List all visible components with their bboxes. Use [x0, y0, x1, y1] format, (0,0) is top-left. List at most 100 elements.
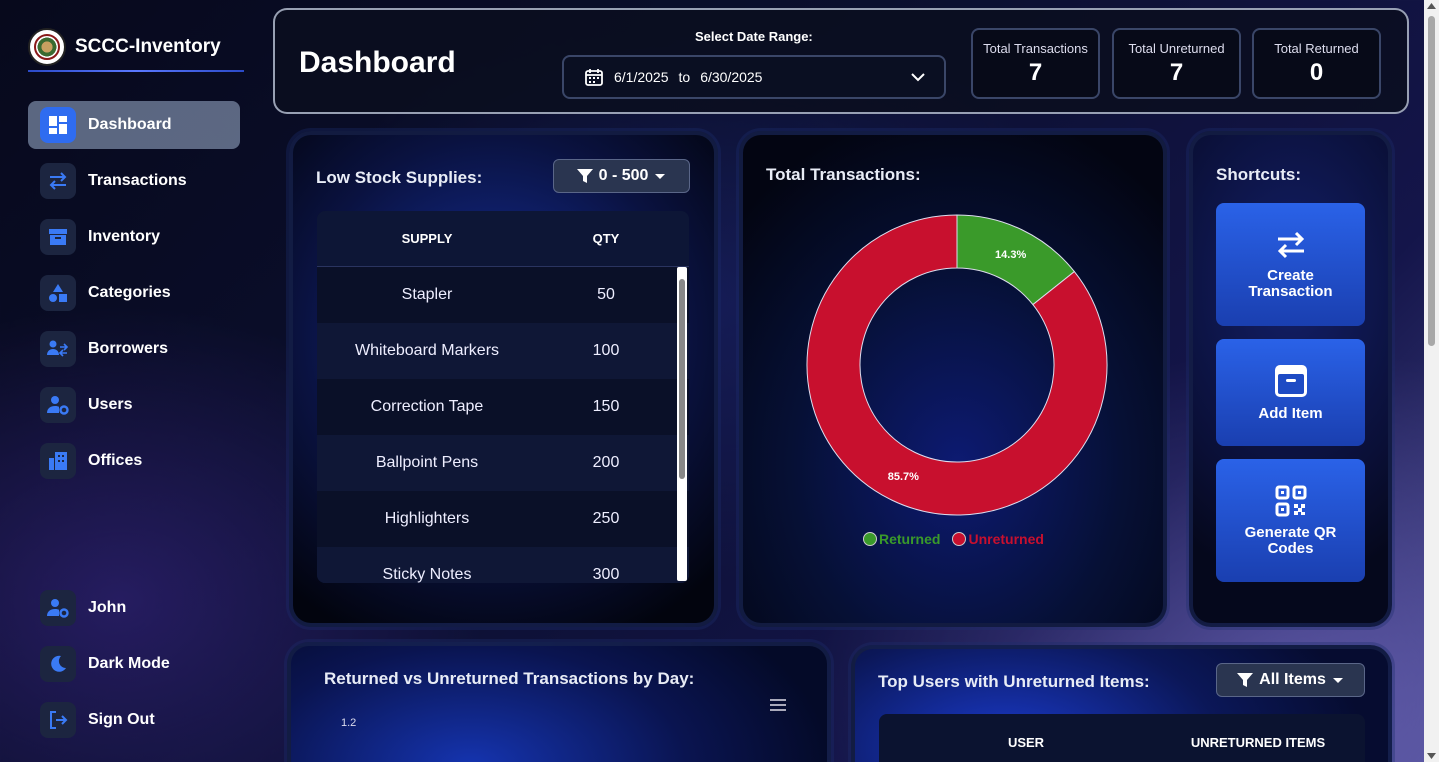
- column-header-unreturned-items: UNRETURNED ITEMS: [1190, 734, 1326, 750]
- sidebar-item-label: John: [88, 599, 127, 616]
- generate-qr-codes-button[interactable]: Generate QR Codes: [1216, 459, 1365, 582]
- date-end: 6/30/2025: [700, 69, 763, 85]
- legend-item-returned[interactable]: Returned: [863, 531, 940, 547]
- date-range-label: Select Date Range:: [695, 29, 813, 44]
- stat-total-unreturned: Total Unreturned 7: [1112, 28, 1241, 99]
- user-profile-john[interactable]: John: [28, 584, 240, 632]
- table-row: Ballpoint Pens 200: [317, 435, 689, 491]
- app-name: SCCC-Inventory: [75, 36, 221, 57]
- archive-box-icon: [40, 219, 76, 255]
- scroll-thumb[interactable]: [1428, 16, 1435, 346]
- divider: [28, 70, 244, 72]
- stock-filter-button[interactable]: 0 - 500: [553, 159, 690, 193]
- legend-swatch: [952, 532, 967, 546]
- user-gear-icon: [40, 590, 76, 626]
- add-item-button[interactable]: Add Item: [1216, 339, 1365, 446]
- sidebar-item-dashboard[interactable]: Dashboard: [28, 101, 240, 149]
- y-axis-tick: 1.2: [341, 717, 357, 729]
- sidebar-item-label: Users: [88, 396, 133, 413]
- filter-icon: [576, 169, 593, 183]
- cell-supply: Whiteboard Markers: [354, 342, 500, 359]
- top-users-panel: Top Users with Unreturned Items: All Ite…: [851, 645, 1392, 762]
- qr-code-icon: [1275, 485, 1306, 516]
- sidebar-item-label: Categories: [88, 284, 171, 301]
- chart-menu-icon[interactable]: [769, 698, 787, 712]
- sidebar-item-offices[interactable]: Offices: [28, 437, 240, 485]
- total-transactions-panel: Total Transactions: 14.3% 85.7% Returned …: [739, 131, 1167, 627]
- sidebar-item-label: Offices: [88, 452, 143, 469]
- shortcut-label: Generate QR Codes: [1244, 523, 1337, 557]
- building-icon: [40, 443, 76, 479]
- panel-title: Total Transactions:: [766, 165, 921, 184]
- users-filter-button[interactable]: All Items: [1216, 663, 1365, 697]
- caret-down-icon: [655, 174, 666, 179]
- cell-qty: 300: [592, 566, 620, 583]
- low-stock-panel: Low Stock Supplies: 0 - 500 SUPPLY QTY S…: [289, 131, 718, 627]
- sidebar-item-label: Dark Mode: [88, 655, 170, 672]
- stat-value: 7: [1169, 59, 1184, 86]
- legend-label: Returned: [879, 531, 941, 547]
- sidebar-item-transactions[interactable]: Transactions: [28, 157, 240, 205]
- filter-icon: [1237, 673, 1254, 687]
- filter-label: All Items: [1259, 671, 1326, 688]
- shortcut-label: Add Item: [1258, 404, 1323, 422]
- sidebar-item-borrowers[interactable]: Borrowers: [28, 325, 240, 373]
- scroll-down-arrow-icon[interactable]: [1427, 753, 1436, 759]
- create-transaction-button[interactable]: Create Transaction: [1216, 203, 1365, 326]
- cell-supply: Highlighters: [384, 510, 470, 527]
- stat-total-returned: Total Returned 0: [1252, 28, 1381, 99]
- stat-value: 0: [1309, 59, 1324, 86]
- page-scrollbar[interactable]: [1424, 0, 1439, 762]
- sidebar-item-categories[interactable]: Categories: [28, 269, 240, 317]
- moon-icon: [40, 646, 76, 682]
- dashboard-icon: [40, 107, 76, 143]
- date-separator: to: [678, 69, 691, 85]
- column-header-qty: QTY: [592, 231, 620, 246]
- calendar-icon: [585, 69, 603, 86]
- date-range-picker[interactable]: 6/1/2025 to 6/30/2025: [562, 55, 946, 99]
- scroll-thumb[interactable]: [679, 279, 685, 479]
- column-header-user: USER: [1007, 734, 1045, 750]
- table-scrollbar[interactable]: [677, 267, 687, 581]
- brand[interactable]: SCCC-Inventory: [28, 28, 221, 66]
- sign-out-button[interactable]: Sign Out: [28, 696, 240, 744]
- cell-qty: 250: [592, 510, 620, 527]
- legend-label: Unreturned: [968, 531, 1044, 547]
- caret-down-icon: [1332, 678, 1343, 683]
- shapes-icon: [40, 275, 76, 311]
- transfer-arrows-icon: [1277, 231, 1304, 258]
- sidebar-item-label: Dashboard: [88, 116, 172, 133]
- cell-supply: Correction Tape: [370, 398, 484, 415]
- transfer-arrows-icon: [40, 163, 76, 199]
- panel-title: Returned vs Unreturned Transactions by D…: [324, 669, 695, 688]
- page-title: Dashboard: [299, 46, 456, 79]
- header-bar: Dashboard Select Date Range: 6/1/2025 to…: [273, 8, 1409, 114]
- table-row: Correction Tape 150: [317, 379, 689, 435]
- legend-item-unreturned[interactable]: Unreturned: [952, 531, 1044, 547]
- cell-supply: Sticky Notes: [382, 566, 472, 583]
- donut-slice-label: 14.3%: [995, 249, 1026, 261]
- sidebar-item-inventory[interactable]: Inventory: [28, 213, 240, 261]
- sidebar: SCCC-Inventory Dashboard Transactions In…: [0, 0, 262, 762]
- table-header: USER UNRETURNED ITEMS: [879, 714, 1365, 762]
- chart-legend: Returned Unreturned: [863, 531, 1044, 547]
- sidebar-item-users[interactable]: Users: [28, 381, 240, 429]
- low-stock-table: SUPPLY QTY Stapler 50 Whiteboard Markers 1…: [317, 211, 689, 583]
- dark-mode-toggle[interactable]: Dark Mode: [28, 640, 240, 688]
- users-exchange-icon: [40, 331, 76, 367]
- stat-label: Total Returned: [1274, 41, 1359, 56]
- sidebar-item-label: Inventory: [88, 228, 161, 245]
- cell-qty: 200: [592, 454, 620, 471]
- legend-swatch: [863, 532, 877, 546]
- cell-supply: Ballpoint Pens: [375, 454, 479, 471]
- scroll-up-arrow-icon[interactable]: [1427, 3, 1436, 9]
- sidebar-item-label: Sign Out: [88, 711, 155, 728]
- archive-box-icon: [1274, 364, 1307, 397]
- cell-qty: 100: [592, 342, 620, 359]
- stat-label: Total Transactions: [983, 41, 1088, 56]
- cell-supply: Stapler: [401, 286, 453, 303]
- sidebar-item-label: Borrowers: [88, 340, 169, 357]
- donut-chart: 14.3% 85.7%: [806, 214, 1108, 516]
- cell-qty: 50: [597, 286, 615, 303]
- chevron-down-icon: [911, 73, 925, 82]
